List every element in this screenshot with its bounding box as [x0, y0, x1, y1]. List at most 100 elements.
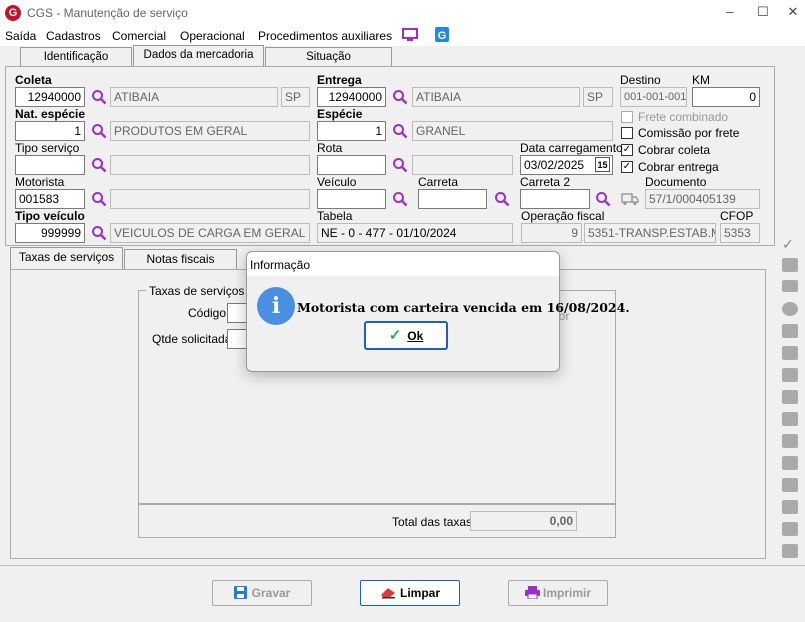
tool-icon[interactable]	[782, 544, 798, 558]
search-icon[interactable]	[494, 191, 510, 207]
search-icon[interactable]	[392, 123, 408, 139]
truck-icon[interactable]	[621, 191, 639, 206]
total-taxas-value: 0,00	[470, 511, 577, 531]
tool-icon[interactable]	[782, 434, 798, 448]
tool-icon[interactable]	[782, 302, 798, 316]
cfop-label: CFOP	[720, 209, 754, 223]
gravar-button: Gravar	[212, 580, 312, 606]
search-icon[interactable]	[91, 89, 107, 105]
search-icon[interactable]	[392, 191, 408, 207]
destino-field: 001-001-001	[620, 87, 687, 107]
tab-dados-mercadoria[interactable]: Dados da mercadoria	[133, 45, 264, 66]
rota-desc	[412, 155, 513, 175]
tool-icon[interactable]	[782, 368, 798, 382]
tool-icon[interactable]	[782, 390, 798, 404]
cobrar-entrega-label: Cobrar entrega	[638, 160, 719, 174]
codigo-label: Código	[188, 306, 227, 320]
tool-icon[interactable]	[782, 324, 798, 338]
maximize-icon[interactable]: ☐	[755, 4, 771, 20]
tab-situacao[interactable]: Situação	[265, 47, 392, 66]
nat-especie-input[interactable]: 1	[15, 121, 85, 141]
menu-saida[interactable]: Saída	[5, 29, 36, 43]
operacao-fiscal-label: Operação fiscal	[521, 209, 605, 223]
gravar-label: Gravar	[251, 586, 291, 600]
tipo-servico-input[interactable]	[15, 155, 85, 175]
km-input[interactable]: 0	[692, 87, 760, 107]
eraser-icon	[380, 588, 395, 599]
tool-icon[interactable]	[782, 280, 798, 292]
tool-icon[interactable]	[782, 412, 798, 426]
menu-comercial[interactable]: Comercial	[112, 29, 166, 43]
search-icon[interactable]	[91, 191, 107, 207]
menu-cadastros[interactable]: Cadastros	[46, 29, 101, 43]
checkbox-comissao-frete[interactable]	[621, 127, 633, 139]
search-icon[interactable]	[595, 191, 611, 207]
motorista-desc	[110, 189, 310, 209]
comissao-frete-label: Comissão por frete	[638, 126, 740, 140]
especie-label: Espécie	[317, 107, 363, 121]
checkbox-cobrar-entrega[interactable]: ✓	[621, 161, 633, 173]
coleta-uf: SP	[281, 87, 310, 107]
cobrar-coleta-label: Cobrar coleta	[638, 143, 711, 157]
rota-input[interactable]	[317, 155, 386, 175]
search-icon[interactable]	[392, 89, 408, 105]
data-carregamento-label: Data carregamento	[520, 141, 623, 155]
tab-identificacao[interactable]: Identificação	[20, 47, 132, 66]
tool-icon[interactable]	[782, 456, 798, 470]
window-title: CGS - Manutenção de serviço	[27, 6, 188, 20]
printer-icon	[524, 586, 540, 600]
search-icon[interactable]	[392, 157, 408, 173]
tool-icon[interactable]	[782, 500, 798, 514]
minimize-icon[interactable]: –	[722, 4, 738, 20]
svg-text:G: G	[438, 30, 447, 42]
app-logo-icon: G	[5, 5, 21, 21]
ok-button[interactable]: ✓ Ok	[364, 321, 448, 350]
km-label: KM	[692, 73, 710, 87]
coleta-label: Coleta	[15, 73, 52, 87]
motorista-input[interactable]: 001583	[15, 189, 85, 209]
menu-procedimentos[interactable]: Procedimentos auxiliares	[258, 29, 392, 43]
carreta2-label: Carreta 2	[520, 175, 571, 189]
tab-taxas-servicos[interactable]: Taxas de serviços	[10, 247, 123, 269]
entrega-city: ATIBAIA	[412, 87, 580, 107]
cfop-field: 5353	[720, 223, 760, 243]
carreta-input[interactable]	[418, 189, 487, 209]
especie-input[interactable]: 1	[317, 121, 386, 141]
frete-combinado-label: Frete combinado	[638, 110, 729, 124]
veiculo-label: Veículo	[317, 175, 357, 189]
entrega-input[interactable]: 12940000	[317, 87, 386, 107]
tabela-field: NE - 0 - 477 - 01/10/2024	[317, 223, 513, 243]
g-app-icon[interactable]: G	[435, 27, 449, 42]
operacao-fiscal-code: 9	[521, 223, 582, 243]
tool-icon[interactable]	[782, 478, 798, 492]
calendar-icon[interactable]: 15	[595, 157, 610, 172]
tool-icon[interactable]	[782, 522, 798, 536]
dialog-message: Motorista com carteira vencida em 16/08/…	[297, 300, 630, 315]
search-icon[interactable]	[91, 157, 107, 173]
tab-notas-fiscais[interactable]: Notas fiscais	[124, 249, 237, 269]
nat-especie-label: Nat. espécie	[15, 107, 86, 121]
limpar-button[interactable]: Limpar	[360, 580, 460, 606]
tool-icon[interactable]	[782, 346, 798, 360]
destino-label: Destino	[620, 73, 661, 87]
veiculo-input[interactable]	[317, 189, 386, 209]
carreta-label: Carreta	[418, 175, 459, 189]
check-icon: ✓	[388, 327, 402, 344]
check-icon[interactable]: ✓	[782, 236, 794, 253]
limpar-label: Limpar	[399, 586, 440, 600]
qtde-label: Qtde solicitada	[152, 332, 232, 346]
menu-operacional[interactable]: Operacional	[180, 29, 245, 43]
tool-icon[interactable]	[782, 258, 798, 272]
info-icon: i	[257, 287, 295, 325]
coleta-input[interactable]: 12940000	[15, 87, 85, 107]
motorista-label: Motorista	[15, 175, 65, 189]
monitor-icon[interactable]	[402, 28, 418, 42]
close-icon[interactable]: ✕	[785, 4, 801, 20]
carreta2-input[interactable]	[520, 189, 590, 209]
checkbox-frete-combinado	[621, 111, 633, 123]
entrega-label: Entrega	[317, 73, 362, 87]
tipo-veiculo-input[interactable]: 999999	[15, 223, 85, 243]
ok-label: Ok	[407, 329, 424, 343]
search-icon[interactable]	[91, 123, 107, 139]
search-icon[interactable]	[91, 225, 107, 241]
